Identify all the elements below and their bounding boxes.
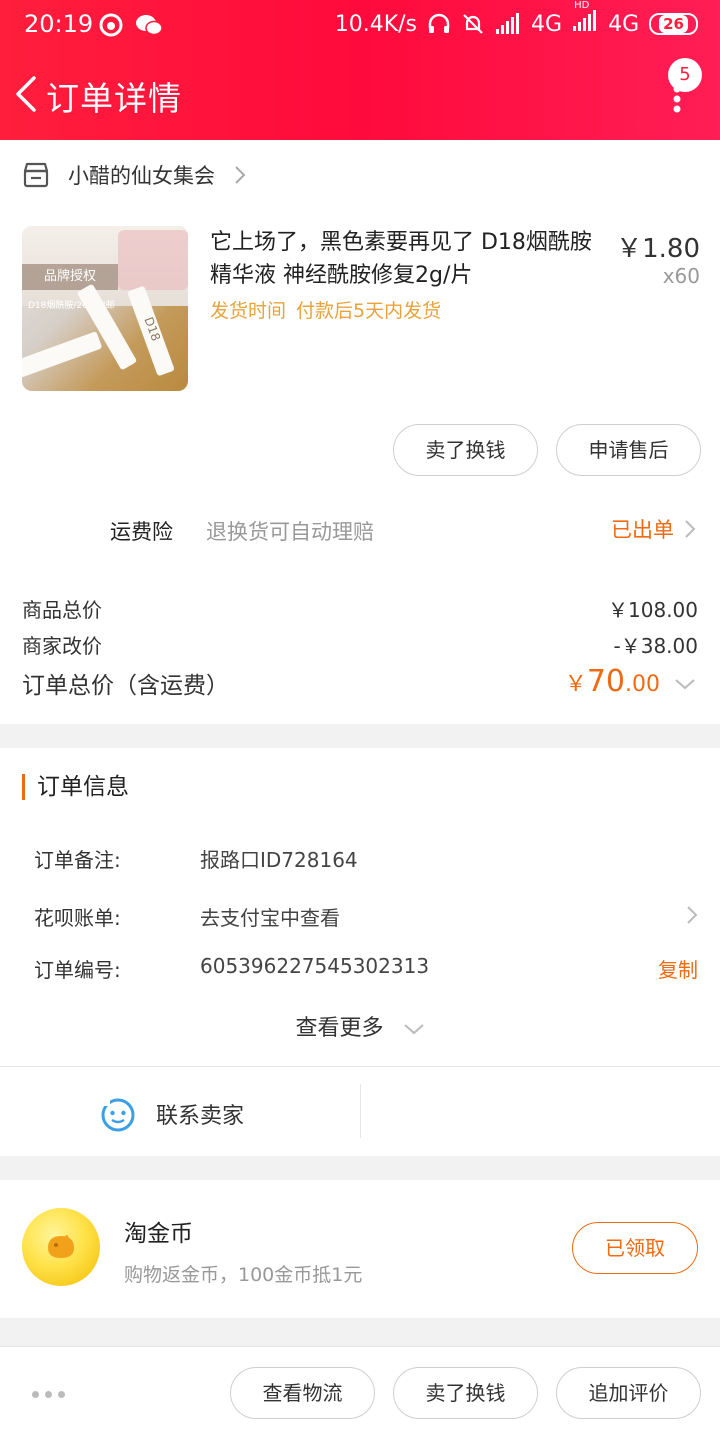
coin-claimed-button[interactable]: 已领取 [572,1222,698,1274]
mute-bell-icon [463,14,483,34]
signal-icon-1 [496,13,520,34]
hd-label: HD [574,0,590,11]
chevron-right-icon [687,906,698,924]
status-time: 20:19 [24,10,94,38]
product-title[interactable]: 它上场了，黑色素要再见了 D18烟酰胺精华液 神经酰胺修复2g/片 [210,226,610,292]
more-dots-icon[interactable] [32,1391,65,1398]
see-more-button[interactable]: 查看更多 [0,1010,720,1042]
shipping-insurance-status[interactable]: 已出单 [611,514,696,544]
netease-music-icon [99,13,123,37]
shipping-insurance-label: 运费险 [110,520,173,544]
after-sale-button[interactable]: 申请售后 [556,424,701,476]
goods-total-row: 商品总价 ￥108.00 [22,598,698,622]
order-product-card: 小醋的仙女集会 品牌授权 D18烟酰胺/20片包邮 D18 它上场了，黑色素要再… [0,140,720,724]
product-thumbnail[interactable]: 品牌授权 D18烟酰胺/20片包邮 D18 [22,226,188,391]
chevron-down-icon [675,679,695,690]
signal-icon-2 [573,10,597,31]
network-type-1: 4G [531,11,563,37]
sell-for-cash-button[interactable]: 卖了换钱 [393,424,538,476]
order-info-card: 订单信息 订单备注: 报路口ID728164 花呗账单: 去支付宝中查看 订单编… [0,748,720,1156]
bottom-action-bar: 查看物流 卖了换钱 追加评价 [0,1346,720,1440]
merchant-adjust-row: 商家改价 -￥38.00 [22,634,698,658]
add-review-button[interactable]: 追加评价 [556,1367,701,1419]
contact-seller-button[interactable]: 联系卖家 [100,1096,244,1132]
coin-title: 淘金币 [124,1221,193,1247]
chevron-right-icon [685,520,696,538]
divider [0,1066,720,1067]
shipping-insurance-desc: 退换货可自动理赔 [206,520,374,544]
page-title: 订单详情 [46,79,182,118]
navigation-bar: 订单详情 5 [0,52,720,140]
shop-row[interactable]: 小醋的仙女集会 [22,158,247,192]
chevron-down-icon [403,1024,424,1035]
top-header-bar: 20:19 10.4K/s 4G HD 4G 26 订单详情 5 [0,0,720,140]
message-count-badge[interactable]: 5 [668,58,702,92]
battery-indicator: 26 [649,13,698,35]
product-quantity: x60 [662,264,700,288]
chat-face-icon [101,1098,135,1132]
gold-coin-icon [22,1208,100,1286]
wechat-icon [136,15,163,36]
shop-name: 小醋的仙女集会 [68,164,215,188]
status-right-icons: 10.4K/s 4G HD 4G 26 [334,0,698,38]
thumb-badge-text: 品牌授权 [22,264,118,290]
view-logistics-button[interactable]: 查看物流 [230,1367,375,1419]
vertical-divider [360,1084,361,1138]
coin-subtitle: 购物返金币，100金币抵1元 [124,1264,363,1286]
section-title: 订单信息 [22,774,129,800]
order-total-value[interactable]: ￥ 70 .00 [565,664,696,699]
copy-order-number-button[interactable]: 复制 [658,954,698,983]
status-left-icons [98,12,164,38]
back-arrow-icon[interactable] [12,74,42,114]
taojinbi-card: 淘金币 购物返金币，100金币抵1元 已领取 [0,1180,720,1318]
chevron-right-icon [235,166,246,184]
product-unit-price: ￥1.80 [616,234,700,264]
order-total-label: 订单总价（含运费） [22,673,229,699]
status-bar: 20:19 10.4K/s 4G HD 4G 26 [0,0,720,52]
net-speed: 10.4K/s [334,11,418,37]
shipping-time: 发货时间 付款后5天内发货 [210,300,442,322]
shop-icon [23,162,49,188]
sell-for-cash-bottom-button[interactable]: 卖了换钱 [393,1367,538,1419]
network-type-2: 4G [608,11,640,37]
headset-icon [428,13,450,33]
